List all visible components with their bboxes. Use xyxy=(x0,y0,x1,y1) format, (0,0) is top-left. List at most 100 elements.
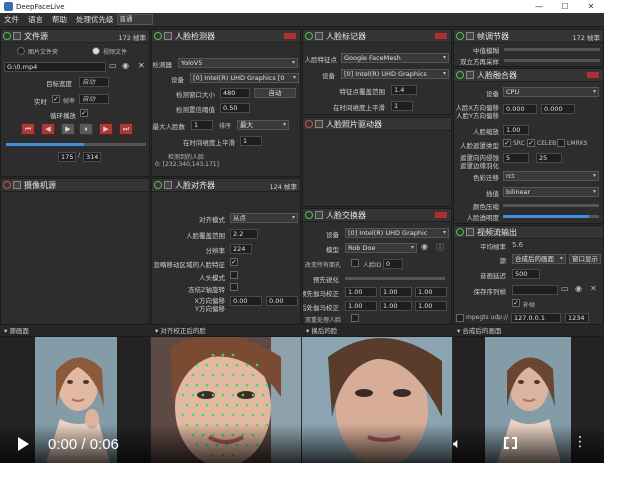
current-frame-input[interactable]: 175 xyxy=(58,152,76,162)
power-icon[interactable] xyxy=(456,71,464,79)
threshold-input[interactable]: 0.50 xyxy=(220,103,250,113)
blur-input[interactable]: 25 xyxy=(536,153,562,163)
marker-type-select[interactable]: Google FaceMesh xyxy=(341,53,449,63)
maximize-button[interactable]: ☐ xyxy=(552,0,578,13)
head-mode-checkbox[interactable] xyxy=(230,271,238,279)
source-select[interactable]: 合成后的画面 xyxy=(512,254,566,264)
settings-icon[interactable] xyxy=(315,211,323,219)
eye-icon[interactable]: ◉ xyxy=(575,284,582,293)
power-icon[interactable] xyxy=(3,181,11,189)
power-icon[interactable] xyxy=(3,32,11,40)
first-frame-button[interactable]: ⏮ xyxy=(21,123,35,135)
model-info-icon[interactable]: ⓘ xyxy=(436,242,444,253)
max-faces-input[interactable]: 1 xyxy=(191,120,213,130)
power-icon[interactable] xyxy=(305,120,313,128)
pre-sharpen-slider[interactable] xyxy=(345,277,445,280)
resolution-input[interactable]: 224 xyxy=(230,244,252,254)
freeze-z-checkbox[interactable] xyxy=(230,283,238,291)
erode-input[interactable]: 5 xyxy=(503,153,529,163)
model-select[interactable]: Rob Doe xyxy=(345,243,417,253)
power-icon[interactable] xyxy=(305,32,313,40)
swap-all-checkbox[interactable] xyxy=(351,259,359,267)
settings-icon[interactable] xyxy=(466,228,474,236)
last-frame-button[interactable]: ⏭ xyxy=(119,123,133,135)
close-button[interactable]: ✕ xyxy=(578,0,604,13)
post-gamma-b-input[interactable]: 1.00 xyxy=(415,301,447,311)
file-path-input[interactable]: G:\0.mp4 xyxy=(4,62,106,72)
next-frame-button[interactable]: ▶ xyxy=(99,123,113,135)
exclude-moving-checkbox[interactable]: ✓ xyxy=(230,258,238,266)
power-icon[interactable] xyxy=(456,228,464,236)
window-size-input[interactable]: 480 xyxy=(220,88,250,98)
device-select[interactable]: [0] Intel(R) UHD Graphics xyxy=(341,69,449,79)
power-icon[interactable] xyxy=(305,211,313,219)
power-icon[interactable] xyxy=(456,32,464,40)
device-select[interactable]: [0] Intel(R) UHD Graphic xyxy=(345,228,449,238)
window-size-auto-button[interactable]: 自动 xyxy=(254,88,296,98)
fullscreen-icon[interactable] xyxy=(504,437,517,449)
fps-input[interactable]: 自动 xyxy=(79,94,109,104)
pause-button[interactable]: ⏸ xyxy=(79,123,93,135)
mask-celeb-checkbox[interactable]: ✓ xyxy=(527,139,535,147)
folder-icon[interactable]: ▭ xyxy=(561,284,569,293)
scale-input[interactable]: 1.00 xyxy=(503,125,529,135)
interpolation-select[interactable]: bilinear xyxy=(503,187,599,197)
play-button[interactable]: ▶ xyxy=(61,123,75,135)
mask-lmrks-checkbox[interactable] xyxy=(557,139,565,147)
settings-icon[interactable] xyxy=(315,120,323,128)
frame-slider[interactable] xyxy=(6,143,146,146)
more-options-icon[interactable]: ⋮ xyxy=(573,434,587,450)
minimize-button[interactable]: — xyxy=(526,0,552,13)
color-transfer-select[interactable]: rct xyxy=(503,171,599,181)
clear-icon[interactable]: ✕ xyxy=(590,284,597,293)
mask-src-checkbox[interactable]: ✓ xyxy=(503,139,511,147)
device-select[interactable]: [0] Intel(R) UHD Graphics [0 xyxy=(190,73,299,83)
settings-icon[interactable] xyxy=(164,32,172,40)
y-offset-input[interactable]: 0.00 xyxy=(266,296,298,306)
menu-help[interactable]: 帮助 xyxy=(52,14,67,25)
mpegts-checkbox[interactable] xyxy=(456,314,464,322)
settings-icon[interactable] xyxy=(315,32,323,40)
power-icon[interactable] xyxy=(154,181,162,189)
volume-icon[interactable]: 🔈︎ xyxy=(453,436,461,452)
pre-gamma-b-input[interactable]: 1.00 xyxy=(415,287,447,297)
menu-file[interactable]: 文件 xyxy=(4,14,19,25)
settings-icon[interactable] xyxy=(13,32,21,40)
settings-icon[interactable] xyxy=(13,181,21,189)
window-display-button[interactable]: 窗口显示 xyxy=(569,254,601,264)
play-icon[interactable] xyxy=(18,437,29,451)
marker-coverage-input[interactable]: 1.4 xyxy=(391,85,417,95)
folder-icon[interactable]: ▭ xyxy=(109,61,117,70)
menu-language[interactable]: 语言 xyxy=(28,14,43,25)
priority-select[interactable]: 普通 xyxy=(116,14,153,25)
align-mode-select[interactable]: 从点 xyxy=(230,213,298,223)
degrade-slider[interactable] xyxy=(504,59,600,62)
x-offset-input[interactable]: 0.00 xyxy=(230,296,262,306)
two-pass-checkbox[interactable] xyxy=(351,314,359,322)
settings-icon[interactable] xyxy=(164,181,172,189)
power-icon[interactable] xyxy=(154,32,162,40)
post-gamma-g-input[interactable]: 1.00 xyxy=(380,301,412,311)
face-id-input[interactable]: 0 xyxy=(383,259,403,269)
delay-input[interactable]: 500 xyxy=(512,269,540,279)
y-offset-input[interactable]: 0.000 xyxy=(541,104,575,114)
realtime-checkbox[interactable]: ✓ xyxy=(52,95,60,103)
device-select[interactable]: CPU xyxy=(503,87,599,97)
mpegts-host-input[interactable]: 127.0.0.1 xyxy=(511,313,561,323)
marker-temporal-input[interactable]: 1 xyxy=(391,101,413,111)
mpegts-port-input[interactable]: 1234 xyxy=(565,313,589,323)
temporal-smoothing-input[interactable]: 1 xyxy=(240,136,262,146)
median-blur-slider[interactable] xyxy=(504,48,600,51)
target-width-input[interactable]: 自动 xyxy=(79,77,109,87)
settings-icon[interactable] xyxy=(466,71,474,79)
fill-frame-checkbox[interactable]: ✓ xyxy=(512,299,520,307)
radio-video-file[interactable] xyxy=(92,47,100,55)
prev-frame-button[interactable]: ◀ xyxy=(41,123,55,135)
detector-select[interactable]: YoloV5 xyxy=(178,58,298,68)
save-path-input[interactable] xyxy=(512,285,558,295)
clear-icon[interactable]: ✕ xyxy=(138,61,145,70)
settings-icon[interactable] xyxy=(466,32,474,40)
sort-select[interactable]: 最大 xyxy=(237,120,289,130)
x-offset-input[interactable]: 0.000 xyxy=(503,104,537,114)
coverage-input[interactable]: 2.2 xyxy=(230,229,258,239)
